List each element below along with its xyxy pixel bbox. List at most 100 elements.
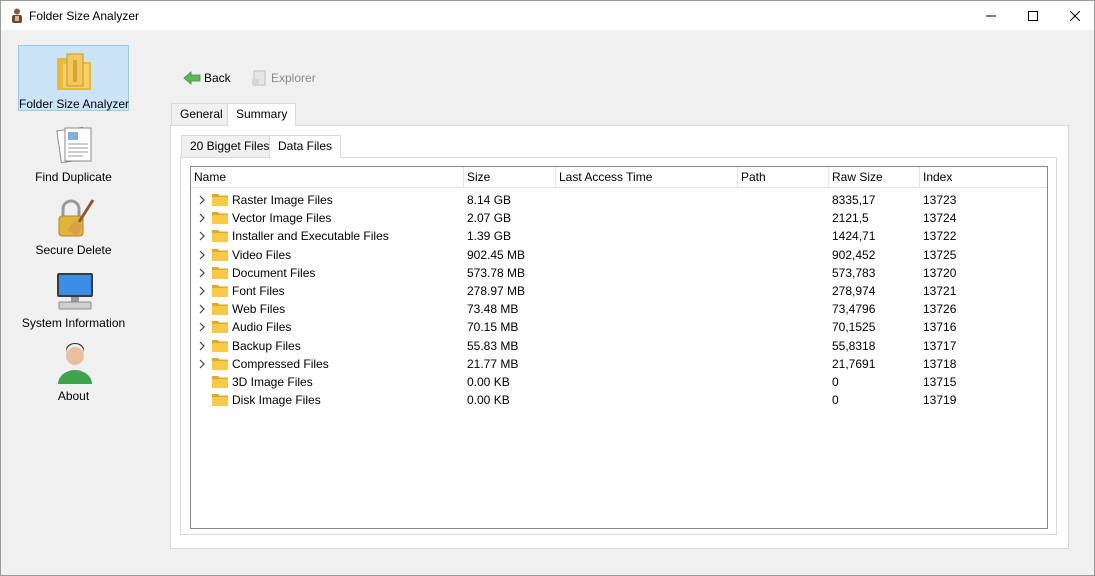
raw-size-cell: 573,783 (832, 265, 876, 280)
documents-icon (56, 126, 92, 164)
column-header-size[interactable]: Size (464, 167, 556, 188)
table-row[interactable]: Vector Image Files 2.07 GB 2121,5 13724 (191, 209, 1047, 227)
app-logo-icon (12, 8, 22, 23)
table-row[interactable]: Backup Files 55.83 MB 55,8318 13717 (191, 337, 1047, 355)
raw-size-cell: 1424,71 (832, 229, 876, 244)
name-cell: Installer and Executable Files (232, 229, 389, 244)
grid-header: Name Size Last Access Time Path Raw Size… (191, 167, 1047, 188)
index-cell: 13718 (923, 356, 957, 371)
folder-icon (212, 248, 228, 261)
explorer-label: Explorer (271, 71, 316, 85)
app-window: Folder Size Analyzer Folder Size Analyze… (0, 0, 1095, 576)
size-cell: 8.14 GB (467, 193, 512, 207)
table-row[interactable]: Font Files 278.97 MB 278,974 13721 (191, 282, 1047, 300)
sidebar-item-system-information[interactable]: System Information (18, 264, 129, 330)
tab-general[interactable]: General (171, 103, 232, 125)
chevron-right-icon[interactable] (197, 304, 207, 314)
tab-summary[interactable]: Summary (227, 103, 297, 126)
close-button[interactable] (1052, 1, 1095, 30)
column-header-index[interactable]: Index (920, 167, 1047, 188)
table-row[interactable]: Compressed Files 21.77 MB 21,7691 13718 (191, 355, 1047, 373)
size-cell: 70.15 MB (467, 320, 519, 335)
back-button[interactable]: Back (183, 67, 231, 89)
title-bar[interactable]: Folder Size Analyzer (1, 1, 1094, 30)
name-cell: Audio Files (232, 320, 292, 335)
raw-size-cell: 21,7691 (832, 356, 876, 371)
chevron-right-icon[interactable] (197, 286, 207, 296)
folder-icon (212, 285, 228, 297)
folder-icon (212, 394, 228, 407)
size-cell: 0.00 KB (467, 393, 510, 408)
size-cell: 73.48 MB (467, 302, 519, 317)
chevron-right-icon[interactable] (197, 359, 207, 369)
tab-20-biggest-files[interactable]: 20 Bigget Files (181, 135, 279, 157)
folder-icon (212, 376, 228, 388)
folder-icon (212, 194, 228, 206)
data-files-panel: Name Size Last Access Time Path Raw Size… (180, 157, 1057, 535)
maximize-icon (1028, 10, 1038, 21)
table-row[interactable]: Disk Image Files 0.00 KB 0 13719 (191, 391, 1047, 409)
size-cell: 902.45 MB (467, 247, 526, 262)
sidebar-item-folder-size-analyzer[interactable]: Folder Size Analyzer (18, 45, 129, 111)
raw-size-cell: 278,974 (832, 284, 876, 298)
folder-icon (212, 357, 228, 370)
name-cell: Compressed Files (232, 356, 329, 371)
sidebar: Folder Size Analyzer Find Duplicate Secu… (1, 30, 151, 575)
raw-size-cell: 902,452 (832, 247, 876, 262)
index-cell: 13725 (923, 247, 957, 262)
chevron-right-icon[interactable] (197, 268, 207, 278)
sidebar-item-label: System Information (21, 316, 126, 330)
column-header-name[interactable]: Name (191, 167, 464, 188)
index-cell: 13716 (923, 320, 957, 335)
minimize-icon (986, 15, 996, 16)
index-cell: 13724 (923, 211, 957, 226)
back-label: Back (204, 71, 231, 85)
chevron-right-icon[interactable] (197, 250, 207, 260)
data-files-tree-list[interactable]: Name Size Last Access Time Path Raw Size… (190, 166, 1048, 529)
chevron-right-icon[interactable] (197, 195, 207, 205)
maximize-button[interactable] (1010, 1, 1056, 30)
main-content: Back Explorer General Summary 20 Bigget … (151, 30, 1094, 575)
folder-icon (212, 303, 228, 316)
chevron-right-icon[interactable] (197, 341, 207, 351)
folder-icon (212, 339, 228, 352)
chevron-right-icon[interactable] (197, 213, 207, 223)
folder-icon (212, 230, 228, 243)
raw-size-cell: 70,1525 (832, 320, 876, 335)
table-row[interactable]: Web Files 73.48 MB 73,4796 13726 (191, 300, 1047, 318)
close-icon (1070, 10, 1080, 21)
raw-size-cell: 0 (832, 393, 839, 408)
size-cell: 55.83 MB (467, 338, 519, 353)
back-arrow-icon (183, 71, 201, 85)
folder-icon (212, 321, 228, 334)
name-cell: Raster Image Files (232, 193, 333, 207)
sidebar-item-secure-delete[interactable]: Secure Delete (18, 191, 129, 257)
column-header-path[interactable]: Path (738, 167, 829, 188)
explorer-icon (252, 70, 266, 86)
column-header-last-access-time[interactable]: Last Access Time (556, 167, 738, 188)
computer-icon (57, 273, 93, 310)
chevron-right-icon[interactable] (197, 231, 207, 241)
table-row[interactable]: Audio Files 70.15 MB 70,1525 13716 (191, 318, 1047, 336)
column-header-raw-size[interactable]: Raw Size (829, 167, 920, 188)
name-cell: Document Files (232, 265, 316, 280)
table-row[interactable]: Installer and Executable Files 1.39 GB 142… (191, 227, 1047, 245)
size-cell: 278.97 MB (467, 284, 526, 298)
index-cell: 13723 (923, 193, 957, 207)
sidebar-item-about[interactable]: About (18, 337, 129, 403)
minimize-button[interactable] (968, 1, 1014, 30)
index-cell: 13717 (923, 338, 957, 353)
table-row[interactable]: Raster Image Files 8.14 GB 8335,17 13723 (191, 191, 1047, 209)
explorer-button[interactable]: Explorer (250, 67, 316, 89)
sidebar-item-find-duplicate[interactable]: Find Duplicate (18, 118, 129, 184)
table-row[interactable]: Video Files 902.45 MB 902,452 13725 (191, 246, 1047, 264)
raw-size-cell: 0 (832, 375, 839, 389)
folder-icon (212, 266, 228, 279)
name-cell: Font Files (232, 284, 285, 298)
window-title: Folder Size Analyzer (29, 9, 140, 23)
table-row[interactable]: Document Files 573.78 MB 573,783 13720 (191, 264, 1047, 282)
sidebar-item-label: About (57, 389, 90, 403)
table-row[interactable]: 3D Image Files 0.00 KB 0 13715 (191, 373, 1047, 391)
tab-data-files[interactable]: Data Files (269, 135, 342, 158)
chevron-right-icon[interactable] (197, 322, 207, 332)
